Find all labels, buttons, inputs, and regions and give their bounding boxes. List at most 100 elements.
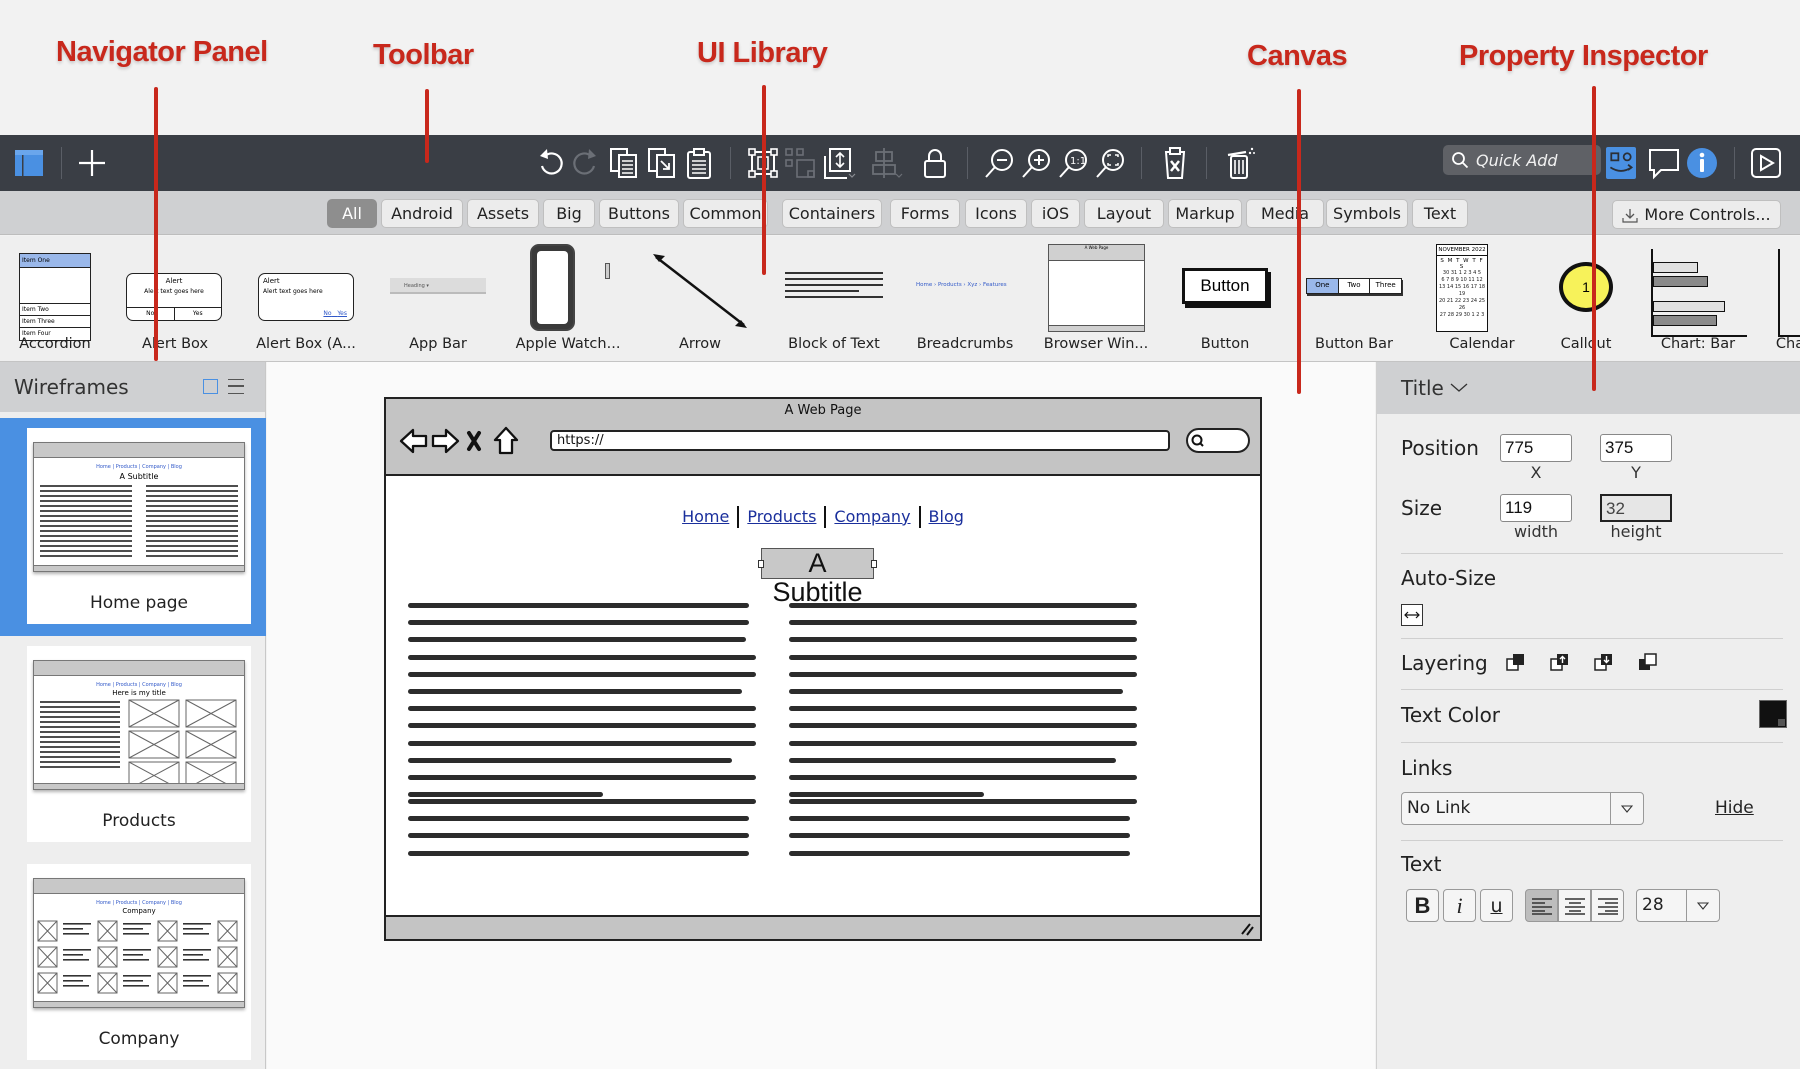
library-item-apple-watch[interactable]: Apple Watch... (500, 236, 630, 361)
auto-size-horizontal-icon[interactable] (1401, 604, 1423, 626)
wireframe-nav-links: Home Products Company Blog (386, 506, 1260, 528)
ui-library-toggle-icon[interactable] (1606, 147, 1636, 179)
tab-android[interactable]: Android (381, 199, 463, 228)
library-item-label: Calendar (1449, 336, 1515, 352)
copy-icon[interactable] (604, 143, 644, 183)
library-item-chart-partial[interactable]: Cha (1750, 236, 1800, 361)
position-y-field[interactable]: 375 (1600, 434, 1672, 462)
library-item-block-of-text[interactable]: Block of Text (770, 236, 900, 361)
more-controls-button[interactable]: More Controls... (1612, 200, 1781, 229)
tab-forms[interactable]: Forms (890, 199, 960, 228)
align-left-button[interactable] (1525, 889, 1558, 922)
tab-markup[interactable]: Markup (1168, 199, 1242, 228)
library-item-accordion[interactable]: Item One Item Two Item Three Item Four A… (0, 236, 110, 361)
bold-button[interactable]: B (1406, 889, 1439, 922)
library-item-button[interactable]: Button Button (1160, 236, 1290, 361)
tab-buttons[interactable]: Buttons (599, 199, 679, 228)
send-backward-icon[interactable] (1594, 653, 1614, 672)
info-icon[interactable] (1682, 143, 1722, 183)
library-item-app-bar[interactable]: Heading ▾ App Bar (380, 236, 500, 361)
navigator-page-home[interactable]: Home | Products | Company | Blog A Subti… (0, 418, 266, 636)
library-item-calendar[interactable]: NOVEMBER 2022 S M T W T F S 30 31 1 2 3 … (1420, 236, 1540, 361)
add-icon[interactable] (72, 143, 112, 183)
tab-all[interactable]: All (327, 199, 377, 228)
page-thumbnail: Home | Products | Company | Blog A Subti… (27, 428, 251, 624)
font-size-select[interactable]: 28 (1636, 889, 1720, 922)
clear-icon[interactable] (1155, 143, 1195, 183)
tab-big[interactable]: Big (543, 199, 595, 228)
chart-thumbnail (1778, 249, 1800, 337)
library-item-button-bar[interactable]: One Two Three Button Bar (1290, 236, 1420, 361)
height-field[interactable]: 32 (1600, 494, 1672, 522)
divider (1401, 638, 1783, 639)
zoom-in-icon[interactable] (1016, 143, 1056, 183)
text-color-swatch[interactable] (1759, 700, 1787, 728)
library-item-label: Arrow (679, 336, 721, 352)
width-field[interactable]: 119 (1500, 494, 1572, 522)
navigator-title: Wireframes (14, 375, 129, 399)
library-item-chart-bar[interactable]: Chart: Bar (1640, 236, 1750, 361)
tab-common[interactable]: Common (683, 199, 768, 228)
nav-link-home[interactable]: Home (682, 507, 729, 526)
library-item-label: Apple Watch... (515, 336, 621, 352)
paste-icon[interactable] (679, 143, 719, 183)
tab-text[interactable]: Text (1412, 199, 1468, 228)
bring-forward-icon[interactable] (1550, 653, 1570, 672)
browser-search-field[interactable] (1186, 428, 1250, 453)
presentation-icon[interactable] (1746, 143, 1786, 183)
italic-button[interactable]: i (1443, 889, 1476, 922)
library-item-breadcrumbs[interactable]: Home › Products › Xyz › Features Breadcr… (900, 236, 1030, 361)
undo-icon[interactable] (530, 143, 570, 183)
send-to-back-icon[interactable] (1638, 653, 1658, 672)
nav-link-blog[interactable]: Blog (929, 507, 964, 526)
zoom-fit-icon[interactable] (1090, 143, 1130, 183)
trash-icon[interactable] (1220, 143, 1260, 183)
url-field[interactable]: https:// (550, 430, 1170, 451)
library-item-callout[interactable]: 1 Callout (1540, 236, 1640, 361)
quick-add-placeholder: Quick Add (1476, 150, 1558, 170)
comments-icon[interactable] (1644, 143, 1684, 183)
tab-assets[interactable]: Assets (467, 199, 539, 228)
link-select-value: No Link (1407, 798, 1471, 818)
align-center-button[interactable] (1558, 889, 1591, 922)
resize-handle-right[interactable] (871, 560, 877, 568)
inspector-header[interactable]: Title (1377, 362, 1800, 414)
arrange-icon[interactable] (819, 143, 859, 183)
link-select[interactable]: No Link (1401, 792, 1644, 825)
browser-window-wireframe[interactable]: A Web Page https:// Home Products Company B… (384, 397, 1262, 941)
position-x-field[interactable]: 775 (1500, 434, 1572, 462)
text-color-label: Text Color (1401, 703, 1501, 727)
lock-icon[interactable] (915, 143, 955, 183)
size-label: Size (1401, 496, 1443, 520)
tab-icons[interactable]: Icons (965, 199, 1027, 228)
height-label: height (1610, 522, 1662, 541)
font-size-value: 28 (1642, 895, 1664, 915)
resize-handle-left[interactable] (758, 560, 764, 568)
bring-to-front-icon[interactable] (1506, 653, 1526, 672)
library-item-alert-box-android[interactable]: Alert Alert text goes here No Yes Alert … (240, 236, 380, 361)
library-item-alert-box[interactable]: Alert Alert text goes here No Yes Alert … (110, 236, 240, 361)
tab-media[interactable]: Media (1246, 199, 1324, 228)
tab-containers[interactable]: Containers (782, 199, 882, 228)
tab-ios[interactable]: iOS (1031, 199, 1080, 228)
nav-link-products[interactable]: Products (747, 507, 816, 526)
quick-add-input[interactable]: Quick Add (1443, 145, 1601, 175)
navigator-page-products[interactable]: Home | Products | Company | Blog Here is… (0, 636, 266, 854)
duplicate-icon[interactable] (642, 143, 682, 183)
underline-button[interactable]: u (1480, 889, 1513, 922)
hide-link[interactable]: Hide (1715, 798, 1754, 818)
library-item-browser-window[interactable]: A Web Page Browser Win... (1030, 236, 1160, 361)
navigator-page-company[interactable]: Home | Products | Company | Blog Company… (0, 854, 266, 1069)
navigator-toggle-icon[interactable] (9, 143, 49, 183)
list-view-icon[interactable] (228, 379, 244, 394)
nav-link-company[interactable]: Company (834, 507, 910, 526)
selected-title-element[interactable]: A Subtitle (758, 548, 877, 607)
align-right-button[interactable] (1591, 889, 1624, 922)
canvas[interactable]: A Web Page https:// Home Products Company B… (267, 362, 1375, 1069)
tab-layout[interactable]: Layout (1084, 199, 1164, 228)
grid-view-icon[interactable] (203, 379, 218, 394)
zoom-out-icon[interactable] (979, 143, 1019, 183)
zoom-actual-size-icon[interactable]: 1:1 (1053, 143, 1093, 183)
tab-symbols[interactable]: Symbols (1326, 199, 1408, 228)
library-item-arrow[interactable]: Arrow (630, 236, 770, 361)
